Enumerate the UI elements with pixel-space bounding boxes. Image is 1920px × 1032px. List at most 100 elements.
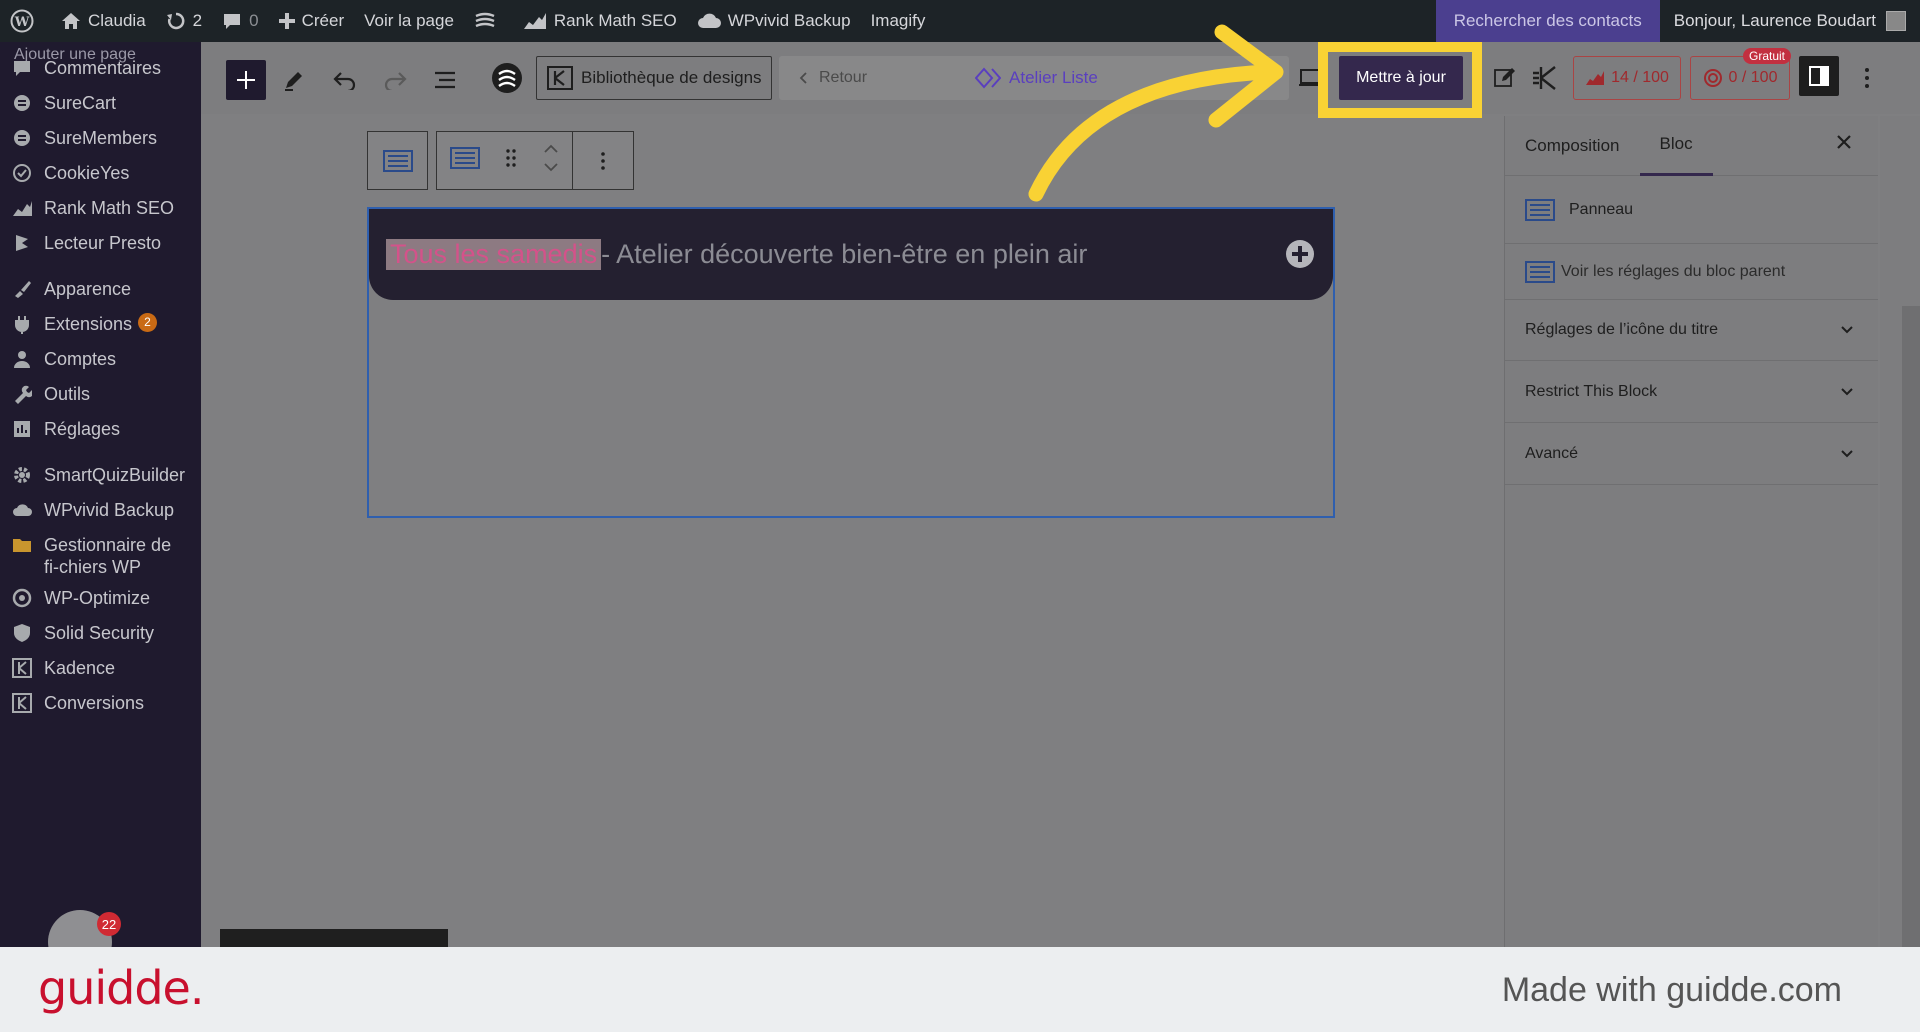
sidebar-item-wpvivid-backup[interactable]: WPvivid Backup (0, 499, 201, 521)
highlight-frame (1318, 42, 1482, 118)
spectra-button[interactable] (491, 62, 523, 94)
search-contacts-link[interactable]: Rechercher des contacts (1435, 0, 1660, 42)
sidebar-item-commentaires[interactable]: Commentaires (0, 57, 201, 79)
undo-button[interactable] (329, 64, 361, 96)
parent-settings-link[interactable]: Voir les réglages du bloc parent (1505, 244, 1878, 300)
sidebar-item-smartquizbuilder[interactable]: SmartQuizBuilder (0, 464, 201, 486)
guidde-logo: guidde. (38, 961, 204, 1015)
shield-icon (10, 622, 34, 644)
tools-button[interactable] (278, 64, 310, 96)
edit-button[interactable] (1489, 62, 1521, 94)
sidebar-item-label: WPvivid Backup (44, 500, 175, 520)
search-contacts-label: Rechercher des contacts (1453, 11, 1642, 30)
parent-block-selector[interactable] (367, 131, 428, 190)
sidebar-item-gestionnaire-de-fi-chiers-wp[interactable]: Gestionnaire de fi-chiers WP (0, 534, 201, 578)
sidebar-item-surecart[interactable]: SureCart (0, 92, 201, 114)
scrollbar-thumb[interactable] (1902, 306, 1920, 947)
sidebar-item-conversions[interactable]: Conversions (0, 692, 201, 714)
sidebar-item-apparence[interactable]: Apparence (0, 278, 201, 300)
status-strip (220, 929, 448, 947)
comment-icon (224, 14, 241, 29)
seo-score-button[interactable]: 14 / 100 (1573, 56, 1681, 100)
redo-button[interactable] (379, 64, 411, 96)
panel-block[interactable]: Tous les samedis - Atelier découverte bi… (367, 207, 1335, 518)
section-restrict-block[interactable]: Restrict This Block (1505, 361, 1878, 423)
block-inserter-button[interactable] (226, 60, 266, 100)
greeting-text: Bonjour, Laurence Boudart (1673, 11, 1876, 30)
home-icon (62, 13, 80, 29)
tab-bloc[interactable]: Bloc (1639, 116, 1713, 176)
pencil-icon (285, 72, 302, 91)
block-type-button[interactable] (449, 147, 480, 174)
chevron-left-icon (799, 72, 807, 84)
gear-icon (10, 464, 34, 486)
move-up-down[interactable] (543, 143, 559, 178)
wordpress-logo[interactable]: W (0, 0, 51, 42)
section-restrict-label: Restrict This Block (1525, 382, 1658, 400)
sidebar-item-suremembers[interactable]: SureMembers (0, 127, 201, 149)
more-vertical-icon (601, 151, 605, 170)
plus-icon (237, 71, 255, 89)
sidebar-item-solid-security[interactable]: Solid Security (0, 622, 201, 644)
spectra-link[interactable] (464, 0, 513, 42)
sidebar-item-extensions[interactable]: Extensions 2 (0, 313, 201, 335)
sidebar-item-wp-optimize[interactable]: WP-Optimize (0, 587, 201, 609)
redo-icon (384, 72, 407, 90)
plus-circle-icon[interactable] (1285, 239, 1315, 269)
panel-title-highlight: Tous les samedis (386, 239, 602, 270)
wordpress-icon: W (10, 9, 34, 33)
rankmath-link[interactable]: Rank Math SEO (513, 0, 687, 42)
spectra-icon (492, 63, 522, 93)
sidebar-item-kadence[interactable]: Kadence (0, 657, 201, 679)
sidebar-item-réglages[interactable]: Réglages (0, 418, 201, 440)
chevron-down-icon (1841, 387, 1853, 395)
create-link[interactable]: Créer (269, 0, 355, 42)
sidebar-item-label: SmartQuizBuilder (44, 465, 186, 485)
tab-composition[interactable]: Composition (1505, 116, 1640, 176)
section-title-icon-settings[interactable]: Réglages de l’icône du titre (1505, 300, 1878, 361)
suremembers-icon (10, 127, 34, 149)
svg-text:W: W (14, 15, 30, 30)
close-icon[interactable] (1836, 134, 1852, 150)
brush-icon (10, 278, 34, 300)
admin-bar: W Claudia 2 0 Créer Voir la page Rank Ma… (0, 0, 1920, 42)
block-options-button[interactable] (573, 131, 634, 190)
sidebar-item-rank-math-seo[interactable]: Rank Math SEO (0, 197, 201, 219)
view-page-link[interactable]: Voir la page (354, 0, 464, 42)
settings-sidebar-toggle[interactable] (1799, 56, 1839, 96)
sidebar-item-label: Commentaires (44, 58, 162, 78)
undo-icon (333, 72, 356, 90)
sidebar-item-label: Rank Math SEO (44, 198, 175, 218)
panel-title-text: - Atelier découverte bien-être en plein … (601, 239, 1088, 269)
design-library-button[interactable]: Bibliothèque de designs (536, 56, 772, 100)
admin-sidebar: Ajouter une page Commentaires SureCart Sur… (0, 42, 201, 947)
guidde-footer: guidde. Made with guidde.com (0, 947, 1920, 1032)
panel-title-bar[interactable]: Tous les samedis - Atelier découverte bi… (369, 209, 1333, 300)
sidebar-item-cookieyes[interactable]: CookieYes (0, 162, 201, 184)
chevron-down-icon (1841, 449, 1853, 457)
block-type-controls (436, 131, 573, 190)
drag-handle[interactable] (505, 148, 517, 173)
sidebar-item-lecteur-presto[interactable]: Lecteur Presto (0, 232, 201, 254)
imagify-label: Imagify (870, 11, 926, 30)
wpvivid-link[interactable]: WPvivid Backup (687, 0, 861, 42)
sidebar-item-comptes[interactable]: Comptes (0, 348, 201, 370)
drag-icon (506, 149, 517, 167)
cloud-icon (697, 13, 721, 28)
sidebar-icon (1809, 66, 1829, 86)
updates-link[interactable]: 2 (156, 0, 212, 42)
sidebar-item-outils[interactable]: Outils (0, 383, 201, 405)
options-button[interactable] (1851, 62, 1883, 94)
comments-link[interactable]: 0 (212, 0, 268, 42)
wpvivid-label: WPvivid Backup (727, 11, 851, 30)
document-overview-button[interactable] (429, 64, 461, 96)
section-advanced[interactable]: Avancé (1505, 423, 1878, 485)
kadence-controls-button[interactable] (1529, 62, 1561, 94)
sidebar-item-label: CookieYes (44, 163, 130, 183)
account-menu[interactable]: Bonjour, Laurence Boudart (1660, 0, 1920, 42)
imagify-link[interactable]: Imagify (861, 0, 936, 42)
sidebar-item-label: SureMembers (44, 128, 158, 148)
site-name-link[interactable]: Claudia (51, 0, 156, 42)
back-link[interactable]: Retour (779, 69, 867, 87)
sidebar-item-label: Outils (44, 384, 91, 404)
